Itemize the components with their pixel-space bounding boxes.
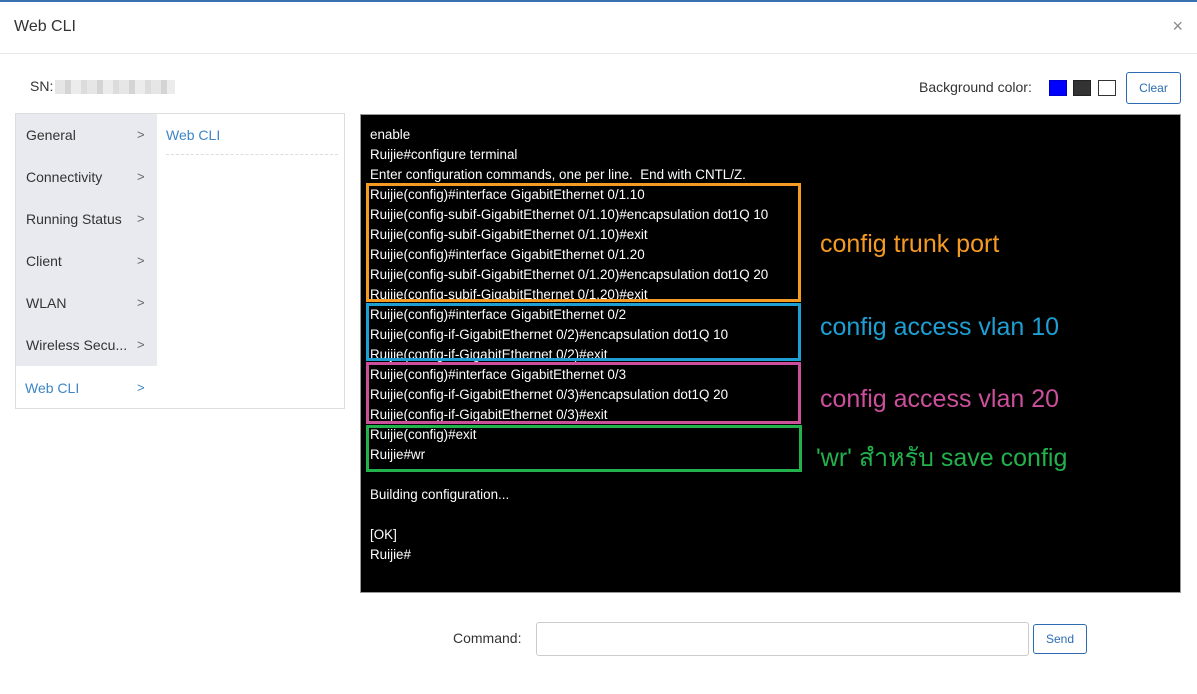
- close-icon[interactable]: ×: [1172, 16, 1183, 36]
- chevron-right-icon: >: [137, 127, 145, 142]
- background-swatch-dark[interactable]: [1073, 80, 1091, 96]
- terminal-line: Ruijie#: [370, 547, 411, 562]
- background-color-label: Background color:: [919, 79, 1032, 95]
- terminal-line: Building configuration...: [370, 487, 510, 502]
- sidebar-item-client[interactable]: Client >: [16, 240, 157, 282]
- sidebar-item-web-cli[interactable]: Web CLI >: [16, 366, 157, 408]
- annotation-box-access-vlan-20: [366, 362, 801, 424]
- web-cli-dialog: Web CLI × SN: Background color: Clear Ge…: [0, 2, 1197, 694]
- sidebar-item-connectivity[interactable]: Connectivity >: [16, 156, 157, 198]
- terminal-line: Ruijie#configure terminal: [370, 147, 518, 162]
- chevron-right-icon: >: [137, 253, 145, 268]
- chevron-right-icon: >: [137, 211, 145, 226]
- clear-button[interactable]: Clear: [1126, 72, 1181, 104]
- chevron-right-icon: >: [137, 337, 145, 352]
- serial-number: SN:: [30, 78, 176, 95]
- annotation-box-save: [366, 425, 802, 472]
- sidebar-item-label: Connectivity: [26, 169, 103, 185]
- background-swatch-blue[interactable]: [1049, 80, 1067, 96]
- subnav-item-web-cli[interactable]: Web CLI: [166, 127, 338, 155]
- navigation-panel: General > Connectivity > Running Status …: [15, 113, 345, 409]
- annotation-save-config: 'wr' สำหรับ save config: [816, 444, 1068, 472]
- sidebar-item-wlan[interactable]: WLAN >: [16, 282, 157, 324]
- terminal-line: enable: [370, 127, 411, 142]
- annotation-trunk: config trunk port: [820, 230, 1000, 258]
- dialog-title: Web CLI: [14, 18, 76, 35]
- chevron-right-icon: >: [137, 380, 145, 395]
- sidebar-item-general[interactable]: General >: [16, 114, 157, 156]
- sidebar-item-wireless-security[interactable]: Wireless Secu... >: [16, 324, 157, 366]
- command-label: Command:: [453, 630, 522, 646]
- command-input[interactable]: [536, 622, 1029, 656]
- sidebar-item-label: Web CLI: [25, 380, 80, 396]
- sidebar-menu: General > Connectivity > Running Status …: [16, 114, 157, 408]
- sidebar-item-label: Running Status: [26, 211, 122, 227]
- terminal-output[interactable]: enable Ruijie#configure terminal Enter con…: [360, 114, 1181, 593]
- serial-number-label: SN:: [30, 78, 54, 94]
- dialog-header: Web CLI ×: [0, 2, 1197, 54]
- send-button[interactable]: Send: [1033, 624, 1087, 654]
- annotation-access-vlan-10: config access vlan 10: [820, 313, 1060, 341]
- sidebar-item-label: Client: [26, 253, 62, 269]
- serial-number-redacted: [55, 80, 176, 95]
- sidebar-item-label: WLAN: [26, 295, 67, 311]
- sidebar-item-running-status[interactable]: Running Status >: [16, 198, 157, 240]
- sidebar-item-label: General: [26, 127, 76, 143]
- chevron-right-icon: >: [137, 295, 145, 310]
- annotation-box-access-vlan-10: [366, 303, 801, 361]
- background-swatch-white[interactable]: [1098, 80, 1116, 96]
- terminal-line: [OK]: [370, 527, 397, 542]
- terminal-line: Enter configuration commands, one per li…: [370, 167, 746, 182]
- annotation-box-trunk: [366, 183, 801, 302]
- chevron-right-icon: >: [137, 169, 145, 184]
- annotation-access-vlan-20: config access vlan 20: [820, 385, 1060, 413]
- sidebar-item-label: Wireless Secu...: [26, 337, 128, 353]
